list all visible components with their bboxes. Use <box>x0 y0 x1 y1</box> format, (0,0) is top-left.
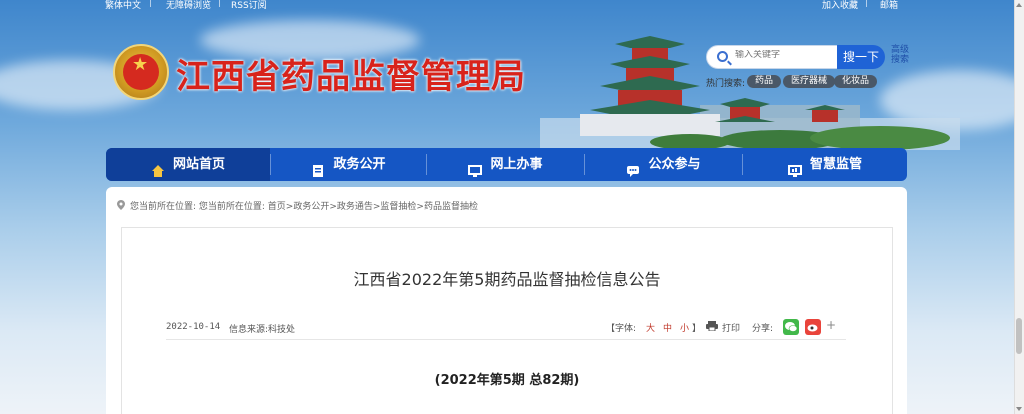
publish-date: 2022-10-14 <box>166 322 221 332</box>
hot-tag-devices[interactable]: 医疗器械 <box>783 75 836 88</box>
search-icon <box>717 51 728 62</box>
divider <box>219 0 220 7</box>
home-icon <box>151 158 165 177</box>
font-size-bracket: 】 <box>692 324 702 334</box>
nav-item-online-services[interactable]: 网上办事 <box>427 148 584 181</box>
scrollbar-thumb[interactable] <box>1016 318 1022 354</box>
divider <box>166 339 846 340</box>
nav-item-public-participation[interactable]: 公众参与 <box>585 148 742 181</box>
share-label: 分享: <box>752 324 774 334</box>
print-icon[interactable] <box>706 321 718 334</box>
info-source: 信息来源:科技处 <box>229 325 296 335</box>
font-small-button[interactable]: 小 <box>680 321 689 334</box>
nav-label: 公众参与 <box>648 157 701 172</box>
wechat-share-icon[interactable] <box>783 319 799 335</box>
issue-number: (2022年第5期 总82期) <box>434 373 580 388</box>
nav-label: 智慧监管 <box>809 157 862 172</box>
document-icon <box>311 158 325 177</box>
chat-icon <box>626 158 640 177</box>
scroll-up-icon[interactable] <box>1016 2 1022 8</box>
hot-tag-drugs[interactable]: 药品 <box>747 75 782 88</box>
main-nav: 网站首页 政务公开 网上办事 公众参与 智慧监管 <box>106 148 907 181</box>
location-pin-icon <box>117 200 125 210</box>
print-button[interactable]: 打印 <box>722 321 740 334</box>
smart-monitor-icon <box>787 158 802 177</box>
advanced-search-link[interactable]: 高级搜索 <box>891 45 911 65</box>
breadcrumb-text[interactable]: 您当前所在位置: 您当前所在位置: 首页>政务公开>政务通告>监督抽检>药品监督… <box>130 202 478 212</box>
national-emblem-icon[interactable]: ★ <box>113 44 169 100</box>
nav-item-smart-supervision[interactable]: 智慧监管 <box>743 148 907 181</box>
divider <box>866 0 867 7</box>
breadcrumb: 您当前所在位置: 您当前所在位置: 首页>政务公开>政务通告>监督抽检>药品监督… <box>117 199 478 212</box>
monitor-icon <box>468 158 483 177</box>
scroll-down-icon[interactable] <box>1016 406 1022 412</box>
nav-label: 网上办事 <box>490 157 543 172</box>
nav-item-home[interactable]: 网站首页 <box>106 148 270 181</box>
nav-label: 政务公开 <box>333 157 386 172</box>
search-box <box>706 45 838 69</box>
hot-tag-cosmetics[interactable]: 化妆品 <box>834 75 878 88</box>
article-title: 江西省2022年第5期药品监督抽检信息公告 <box>353 270 661 289</box>
nav-label: 网站首页 <box>172 157 225 172</box>
divider <box>150 0 151 7</box>
share-more-button[interactable]: + <box>826 318 836 332</box>
top-utility-bar: 繁体中文 无障碍浏览 RSS订阅 加入收藏 邮箱 <box>0 0 1024 11</box>
hot-search-label: 热门搜索: <box>706 79 746 89</box>
font-medium-button[interactable]: 中 <box>663 321 672 334</box>
font-size-label: 【字体: <box>606 324 637 334</box>
site-title[interactable]: 江西省药品监督管理局 <box>176 49 526 98</box>
search-button[interactable]: 搜一下 <box>837 45 885 69</box>
search-input[interactable] <box>735 50 835 60</box>
nav-item-government-affairs[interactable]: 政务公开 <box>271 148 426 181</box>
font-large-button[interactable]: 大 <box>646 321 655 334</box>
weibo-share-icon[interactable] <box>805 319 821 335</box>
